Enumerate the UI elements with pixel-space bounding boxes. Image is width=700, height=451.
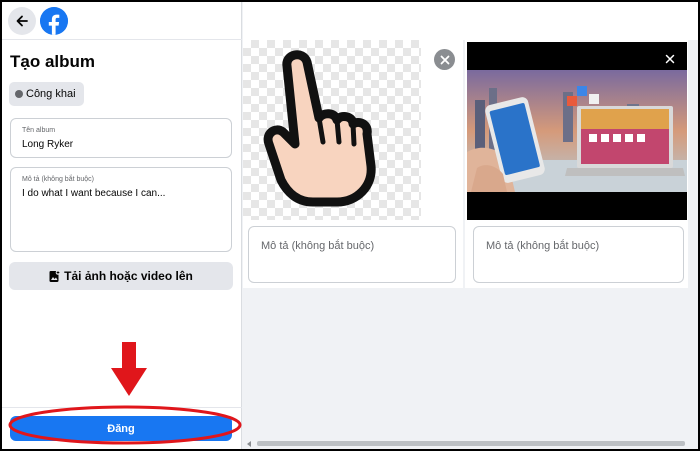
close-icon (665, 54, 675, 64)
back-arrow-icon (16, 15, 28, 27)
privacy-label: Công khai (26, 88, 76, 100)
photo-caption-input[interactable]: Mô tả (không bắt buộc) (473, 226, 684, 283)
preview-header (243, 2, 698, 40)
top-bar (2, 2, 242, 40)
upload-label: Tải ảnh hoặc video lên (64, 269, 193, 283)
photo-thumbnail (467, 42, 687, 220)
photo-thumbnail (243, 40, 421, 220)
red-arrow-annotation (111, 342, 147, 396)
upload-photo-icon (49, 269, 61, 282)
page-title: Tạo album (10, 52, 96, 71)
album-name-value[interactable]: Long Ryker (22, 139, 73, 150)
upload-media-button[interactable]: Tải ảnh hoặc video lên (9, 262, 233, 290)
photo-caption-input[interactable]: Mô tả (không bắt buộc) (248, 226, 456, 283)
album-description-value[interactable]: I do what I want because I can... (22, 188, 165, 199)
app-window: Tạo album Công khai Tên album Long Ryker… (2, 2, 698, 449)
photo-card: Mô tả (không bắt buộc) (465, 40, 688, 288)
pointing-hand-icon (263, 50, 376, 207)
photo-card: Mô tả (không bắt buộc) (243, 40, 463, 288)
red-ellipse-annotation (8, 405, 242, 445)
album-description-field[interactable]: Mô tả (không bắt buộc) I do what I want … (10, 167, 232, 252)
album-name-field[interactable]: Tên album Long Ryker (10, 118, 232, 158)
scroll-thumb[interactable] (257, 441, 685, 446)
horizontal-scrollbar[interactable] (243, 438, 698, 449)
remove-photo-button[interactable] (663, 52, 677, 66)
back-button[interactable] (8, 7, 36, 35)
facebook-logo-icon[interactable] (40, 7, 68, 35)
close-icon (440, 55, 449, 64)
album-description-label: Mô tả (không bắt buộc) (22, 176, 94, 183)
globe-icon (15, 90, 23, 98)
scroll-left-icon[interactable] (247, 441, 251, 447)
album-name-label: Tên album (22, 127, 56, 134)
privacy-button[interactable]: Công khai (9, 82, 84, 106)
remove-photo-button[interactable] (434, 49, 455, 70)
